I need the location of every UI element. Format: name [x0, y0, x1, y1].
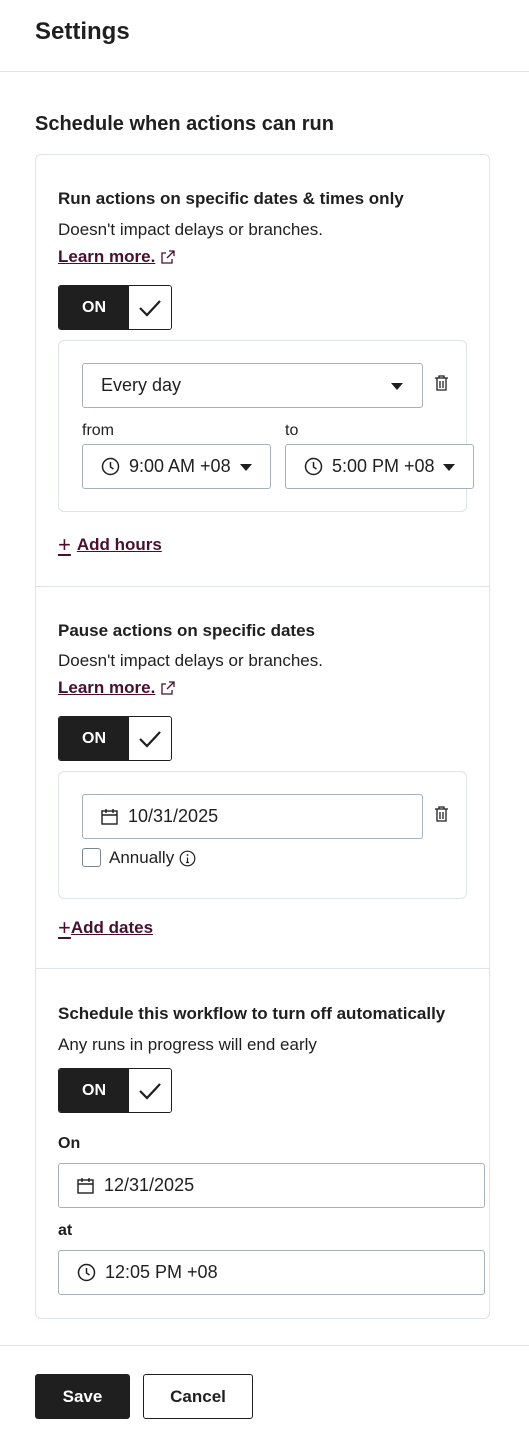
section-title: Schedule when actions can run: [35, 113, 334, 135]
turnoff-block-title: Schedule this workflow to turn off autom…: [58, 1004, 446, 1023]
add-hours-link[interactable]: + Add hours: [58, 532, 162, 558]
from-label: from: [82, 422, 114, 439]
at-label: at: [58, 1222, 73, 1239]
external-link-icon: [161, 681, 175, 695]
section-divider: [35, 968, 490, 969]
toggle-on-label: ON: [59, 717, 129, 760]
on-label: On: [58, 1135, 81, 1152]
run-actions-toggle[interactable]: ON: [58, 285, 172, 330]
turnoff-block-description: Any runs in progress will end early: [58, 1035, 317, 1054]
checkmark-icon: [129, 1069, 171, 1112]
trash-icon[interactable]: [434, 374, 449, 392]
chevron-down-icon: [443, 464, 455, 471]
turnoff-time-value: 12:05 PM +08: [105, 1262, 218, 1282]
external-link-icon: [161, 250, 175, 264]
pause-block-description: Doesn't impact delays or branches.: [58, 651, 323, 670]
run-learn-more-link[interactable]: Learn more.: [58, 247, 175, 267]
frequency-value: Every day: [101, 375, 182, 395]
chevron-down-icon: [240, 464, 252, 471]
clock-icon: [101, 457, 120, 476]
annually-checkbox[interactable]: [82, 848, 101, 867]
toggle-on-label: ON: [59, 1069, 129, 1112]
pause-date-input[interactable]: 10/31/2025: [82, 794, 423, 839]
add-dates-link[interactable]: + Add dates: [58, 915, 153, 941]
turnoff-date-input[interactable]: 12/31/2025: [58, 1163, 485, 1208]
info-icon[interactable]: [179, 850, 196, 867]
trash-icon[interactable]: [434, 805, 449, 823]
checkmark-icon: [129, 286, 171, 329]
annually-label: Annually: [109, 848, 175, 867]
from-time-select[interactable]: 9:00 AM +08: [82, 444, 271, 489]
add-dates-label: Add dates: [70, 918, 154, 937]
turnoff-time-input[interactable]: 12:05 PM +08: [58, 1250, 485, 1295]
plus-icon: +: [58, 532, 71, 557]
settings-header: Settings: [0, 0, 529, 72]
calendar-icon: [77, 1178, 94, 1194]
frequency-select[interactable]: Every day: [82, 363, 423, 408]
add-hours-label: Add hours: [76, 535, 162, 554]
learn-more-label: Learn more.: [58, 678, 156, 697]
save-button[interactable]: Save: [35, 1374, 130, 1419]
clock-icon: [77, 1263, 96, 1282]
run-block-description: Doesn't impact delays or branches.: [58, 220, 323, 239]
clock-icon: [304, 457, 323, 476]
to-time-value: 5:00 PM +08: [332, 456, 435, 476]
pause-block-title: Pause actions on specific dates: [58, 621, 315, 640]
to-time-select[interactable]: 5:00 PM +08: [285, 444, 474, 489]
page-title: Settings: [35, 18, 130, 45]
cancel-button[interactable]: Cancel: [143, 1374, 253, 1419]
plus-icon: +: [58, 915, 71, 940]
pause-learn-more-link[interactable]: Learn more.: [58, 678, 175, 698]
calendar-icon: [101, 809, 118, 825]
to-label: to: [285, 422, 299, 439]
checkmark-icon: [129, 717, 171, 760]
section-divider: [35, 586, 490, 587]
chevron-down-icon: [391, 383, 403, 390]
annually-label-group: Annually: [109, 848, 196, 868]
pause-date-value: 10/31/2025: [128, 806, 219, 826]
turnoff-toggle[interactable]: ON: [58, 1068, 172, 1113]
learn-more-label: Learn more.: [58, 247, 156, 266]
run-block-title: Run actions on specific dates & times on…: [58, 189, 404, 208]
turnoff-date-value: 12/31/2025: [104, 1175, 195, 1195]
from-time-value: 9:00 AM +08: [129, 456, 231, 476]
pause-actions-toggle[interactable]: ON: [58, 716, 172, 761]
toggle-on-label: ON: [59, 286, 129, 329]
